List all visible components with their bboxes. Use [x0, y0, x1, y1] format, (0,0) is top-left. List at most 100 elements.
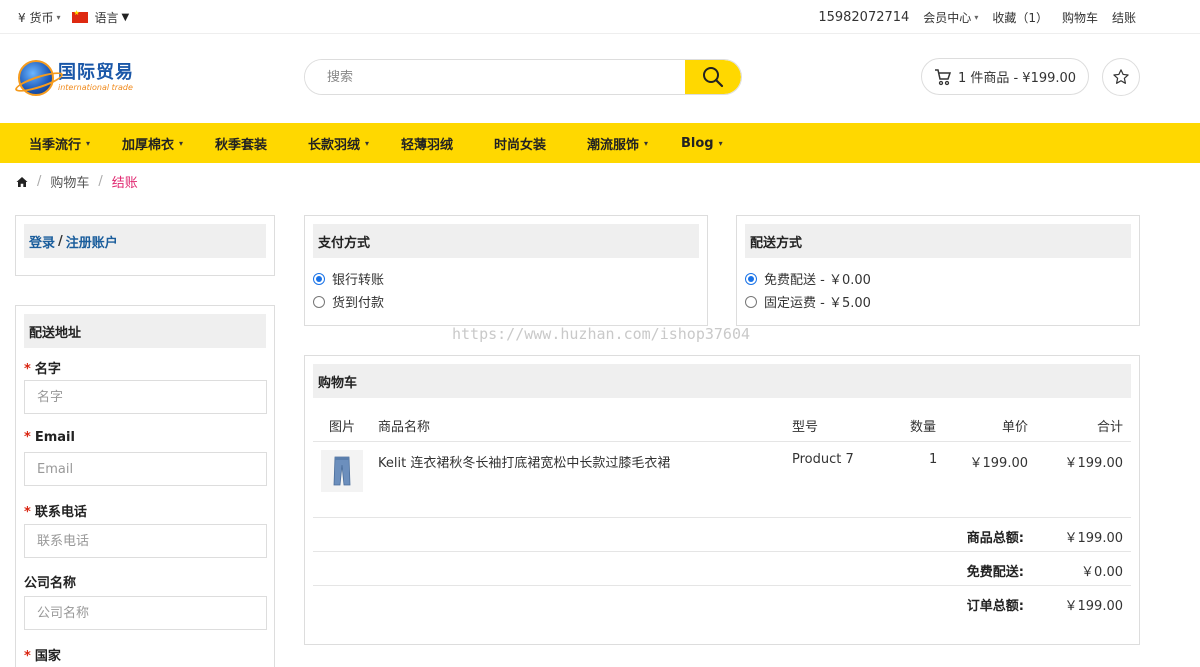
- delivery-option-label: 免费配送 - ￥0.00: [764, 273, 871, 288]
- star-icon: [1113, 69, 1129, 84]
- nav-item[interactable]: 秋季套装: [215, 123, 308, 163]
- company-label: 公司名称: [24, 576, 77, 591]
- table-row: Kelit 连衣裙秋冬长袖打底裙宽松中长款过膝毛衣裙 Product 7 1 ￥…: [313, 442, 1131, 518]
- shipping-label: 免费配送:: [966, 565, 1024, 580]
- product-model: Product 7: [792, 452, 854, 467]
- globe-logo-icon: [18, 60, 54, 96]
- home-icon[interactable]: [16, 176, 28, 188]
- nav-item[interactable]: 长款羽绒 ▾: [308, 123, 401, 163]
- language-label: 语言: [94, 11, 119, 25]
- breadcrumb-cart[interactable]: 购物车: [50, 172, 89, 191]
- checkout-link[interactable]: 结账: [1112, 9, 1136, 26]
- product-qty: 1: [929, 452, 938, 467]
- breadcrumb-current[interactable]: 结账: [112, 172, 138, 191]
- name-field[interactable]: [24, 380, 267, 414]
- member-center-menu[interactable]: 会员中心 ▾: [923, 9, 978, 26]
- chevron-down-icon: ▾: [974, 13, 979, 22]
- top-bar: ¥ 货币 ▾ 语言 ▼ 15982072714 会员中心 ▾ 收藏（1） 购物车…: [0, 0, 1200, 34]
- logo-subtitle: international trade: [58, 83, 133, 92]
- phone-label: * 联系电话: [24, 505, 87, 520]
- payment-option-bank-transfer[interactable]: 银行转账: [313, 269, 384, 288]
- country-label: * 国家: [24, 649, 61, 664]
- search-icon: [703, 67, 724, 88]
- nav-item[interactable]: 加厚棉衣 ▾: [122, 123, 215, 163]
- delivery-method-title: 配送方式: [745, 224, 1131, 258]
- search-button[interactable]: [685, 60, 741, 94]
- chevron-down-icon: ▾: [365, 138, 370, 148]
- subtotal-value: ￥199.00: [1064, 531, 1124, 546]
- currency-label: ¥ 货币: [18, 11, 54, 25]
- chevron-down-icon: ▾: [644, 138, 649, 148]
- nav-item[interactable]: 轻薄羽绒: [401, 123, 494, 163]
- cart-link[interactable]: 购物车: [1062, 9, 1098, 26]
- subtotal-label: 商品总额:: [966, 531, 1024, 546]
- main-nav: 当季流行 ▾ 加厚棉衣 ▾ 秋季套装 长款羽绒 ▾ 轻薄羽绒 时尚女装 潮流服饰…: [0, 123, 1200, 163]
- breadcrumb: / 购物车 / 结账: [16, 172, 138, 191]
- login-link[interactable]: 登录: [29, 232, 55, 251]
- nav-item-label: 当季流行: [29, 137, 82, 153]
- breadcrumb-separator: /: [98, 174, 103, 189]
- login-register-header: 登录 / 注册账户: [24, 224, 266, 258]
- payment-option-label: 银行转账: [332, 273, 385, 288]
- cart-title: 购物车: [313, 364, 1131, 398]
- order-total-label: 订单总额:: [966, 599, 1024, 614]
- wishlist-button[interactable]: [1102, 58, 1140, 96]
- email-field[interactable]: [24, 452, 267, 486]
- payment-option-cod[interactable]: 货到付款: [313, 292, 384, 311]
- radio-unchecked[interactable]: [313, 295, 325, 308]
- cart-summary: 1 件商品 - ¥199.00: [957, 71, 1077, 86]
- radio-checked[interactable]: [313, 272, 325, 285]
- chevron-down-icon: ▾: [86, 138, 91, 148]
- nav-item[interactable]: 时尚女装: [494, 123, 587, 163]
- phone-number: 15982072714: [818, 10, 910, 25]
- currency-selector[interactable]: ¥ 货币 ▾: [18, 9, 60, 26]
- shipping-address-title: 配送地址: [24, 314, 266, 348]
- shipping-value: ￥0.00: [1081, 565, 1123, 580]
- language-selector[interactable]: 语言 ▼: [72, 9, 129, 26]
- login-separator: /: [58, 233, 63, 249]
- chevron-down-icon: ▾: [179, 138, 184, 148]
- site-logo[interactable]: 国际贸易 international trade: [18, 60, 134, 96]
- required-marker: *: [24, 362, 31, 377]
- login-panel: 登录 / 注册账户: [15, 215, 275, 276]
- favorites-link[interactable]: 收藏（1）: [992, 9, 1048, 26]
- nav-item-label: 轻薄羽绒: [401, 137, 454, 153]
- required-marker: *: [24, 649, 31, 664]
- nav-item[interactable]: Blog ▾: [681, 123, 761, 163]
- register-link[interactable]: 注册账户: [66, 232, 118, 251]
- nav-item-label: 长款羽绒: [308, 137, 361, 153]
- cart-panel: 购物车 图片 商品名称 型号 数量 单价 合计 Kelit 连衣裙秋冬长袖打底裙…: [304, 355, 1140, 645]
- nav-item-label: 时尚女装: [494, 137, 547, 153]
- search-input[interactable]: [305, 60, 687, 94]
- nav-item[interactable]: 潮流服饰 ▾: [587, 123, 681, 163]
- required-marker: *: [24, 430, 31, 445]
- watermark-text: https://www.huzhan.com/ishop37604: [452, 325, 751, 343]
- logo-title: 国际贸易: [58, 62, 134, 83]
- col-name: 商品名称: [378, 420, 431, 435]
- chevron-down-icon: ▾: [718, 138, 723, 148]
- subtotal-row: 商品总额: ￥199.00: [313, 518, 1131, 552]
- nav-item-label: 加厚棉衣: [122, 137, 175, 153]
- product-name-link[interactable]: Kelit 连衣裙秋冬长袖打底裙宽松中长款过膝毛衣裙: [378, 452, 670, 471]
- delivery-option-flat[interactable]: 固定运费 - ￥5.00: [745, 292, 871, 311]
- nav-item[interactable]: 当季流行 ▾: [29, 123, 122, 163]
- shipping-row: 免费配送: ￥0.00: [313, 552, 1131, 586]
- cart-table-header: 图片 商品名称 型号 数量 单价 合计: [313, 406, 1131, 442]
- member-center-label: 会员中心: [923, 11, 972, 25]
- radio-checked[interactable]: [745, 272, 757, 285]
- product-thumbnail[interactable]: [321, 450, 363, 492]
- payment-method-panel: 支付方式 银行转账 货到付款: [304, 215, 708, 326]
- payment-method-title: 支付方式: [313, 224, 699, 258]
- col-image: 图片: [329, 420, 356, 435]
- header-cart-button[interactable]: 1 件商品 - ¥199.00: [921, 58, 1089, 95]
- radio-unchecked[interactable]: [745, 295, 757, 308]
- nav-item-label: 潮流服饰: [587, 137, 640, 153]
- delivery-option-free[interactable]: 免费配送 - ￥0.00: [745, 269, 871, 288]
- email-label: * Email: [24, 430, 75, 445]
- order-total-row: 订单总额: ￥199.00: [313, 586, 1131, 620]
- company-field[interactable]: [24, 596, 267, 630]
- phone-field[interactable]: [24, 524, 267, 558]
- col-model: 型号: [792, 420, 819, 435]
- nav-item-label: Blog: [681, 135, 714, 151]
- col-qty: 数量: [910, 420, 937, 435]
